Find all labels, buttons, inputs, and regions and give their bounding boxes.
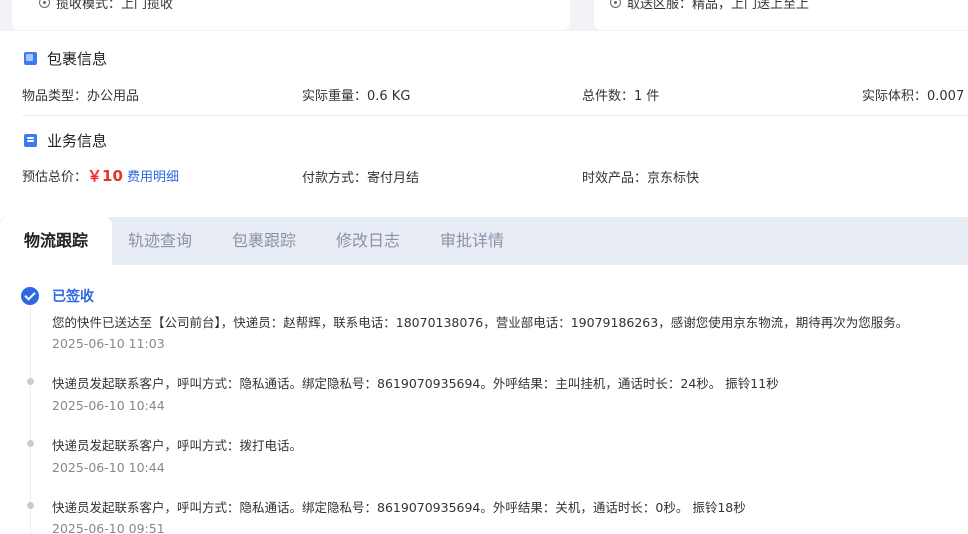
timeline-event-text: 您的快件已送达至【公司前台】，快递员：赵帮辉，联系电话：18070138076，… (52, 315, 909, 330)
payment-method: 付款方式：寄付月结 (302, 171, 420, 186)
timeline-event-text: 快递员发起联系客户，呼叫方式：隐私通话。绑定隐私号：8619070935694。… (52, 376, 779, 391)
timeline-dot (27, 502, 34, 509)
business-info-title: 业务信息 (24, 130, 107, 151)
timeline-status: 已签收 (52, 289, 94, 305)
section-divider (22, 115, 968, 116)
timeline-line (30, 303, 31, 534)
total-pieces: 总件数：1 件 (582, 89, 660, 104)
actual-weight: 实际重量：0.6 KG (302, 89, 411, 104)
item-type: 物品类型：办公用品 (22, 89, 140, 104)
estimated-total: 预估总价：￥10 费用明细 (22, 167, 180, 185)
pickup-mode-row: 揽收模式：上门揽收 (39, 0, 173, 12)
location-icon (610, 0, 621, 8)
location-icon (39, 0, 50, 8)
timeline-dot (27, 378, 34, 385)
timeline-event-time: 2025-06-10 09:51 (52, 521, 165, 534)
delivery-row: 取送区服：精品，上门送上至上 (610, 0, 809, 12)
package-icon (24, 52, 37, 65)
timeline-event-time: 2025-06-10 10:44 (52, 460, 165, 475)
top-summary-cards: 揽收模式：上门揽收 取送区服：精品，上门送上至上 (0, 0, 968, 31)
document-icon (24, 134, 37, 147)
package-info-title: 包裹信息 (24, 48, 107, 69)
timeline-event-time: 2025-06-10 10:44 (52, 398, 165, 413)
timeline-dot (27, 440, 34, 447)
timeline-event-text: 快递员发起联系客户，呼叫方式：拨打电话。 (52, 438, 303, 453)
timeline-event-time: 2025-06-10 11:03 (52, 336, 165, 351)
order-info-panel: 包裹信息 物品类型：办公用品 实际重量：0.6 KG 总件数：1 件 实际体积：… (0, 31, 968, 207)
delivery-text: 取送区服：精品，上门送上至上 (627, 0, 810, 12)
pickup-mode-text: 揽收模式：上门揽收 (56, 0, 174, 12)
delivery-card: 取送区服：精品，上门送上至上 (594, 0, 968, 30)
product-type: 时效产品：京东标快 (582, 171, 700, 186)
timeline-event-text: 快递员发起联系客户，呼叫方式：隐私通话。绑定隐私号：8619070935694。… (52, 500, 746, 515)
estimated-total-value: ￥10 (87, 167, 123, 185)
actual-volume: 实际体积：0.007 (862, 89, 965, 104)
tracking-timeline: 已签收 您的快件已送达至【公司前台】，快递员：赵帮辉，联系电话：18070138… (0, 207, 968, 534)
pickup-card: 揽收模式：上门揽收 (12, 0, 570, 30)
signed-check-icon (21, 287, 39, 305)
fee-detail-link[interactable]: 费用明细 (127, 170, 179, 185)
